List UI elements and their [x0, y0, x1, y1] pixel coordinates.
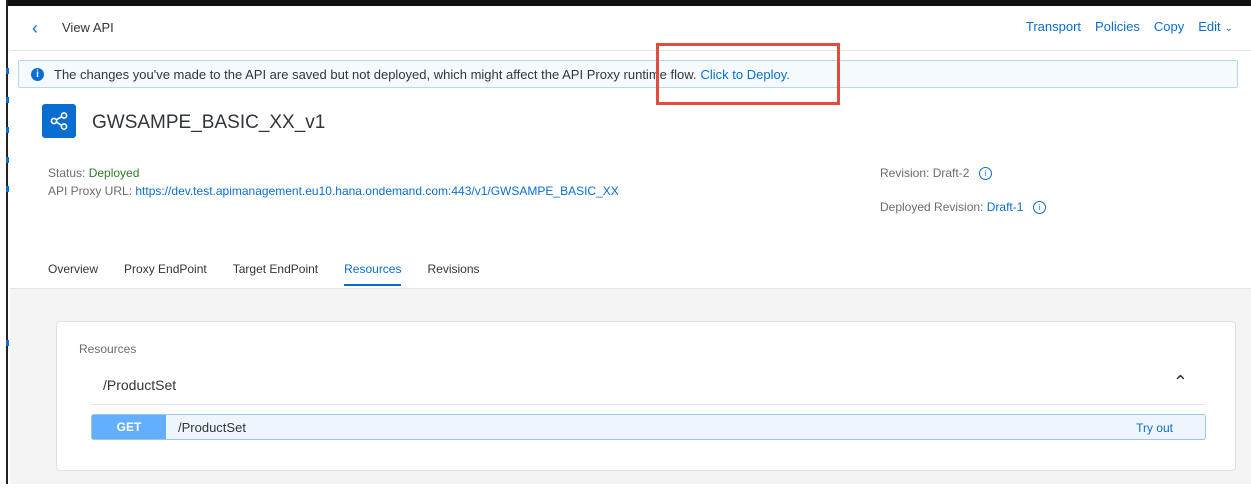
revision-label: Revision: — [880, 166, 930, 180]
page-title: View API — [62, 20, 114, 35]
tab-bar: Overview Proxy EndPoint Target EndPoint … — [48, 262, 506, 286]
info-icon[interactable]: i — [1032, 201, 1046, 215]
resources-title: Resources — [79, 342, 137, 356]
try-out-button[interactable]: Try out — [1136, 421, 1173, 435]
banner-message: The changes you've made to the API are s… — [54, 66, 697, 82]
resource-group-label: /ProductSet — [103, 377, 177, 393]
tab-overview[interactable]: Overview — [48, 262, 98, 286]
proxy-url-link[interactable]: https://dev.test.apimanagement.eu10.hana… — [135, 184, 618, 198]
edge-marker — [6, 340, 9, 346]
policies-button[interactable]: Policies — [1095, 19, 1140, 34]
chevron-left-icon[interactable]: ‹ — [32, 18, 38, 38]
revision-value: Draft-2 — [932, 166, 970, 180]
tab-proxy-endpoint[interactable]: Proxy EndPoint — [124, 262, 207, 286]
share-icon — [42, 104, 76, 138]
edge-marker — [6, 186, 9, 192]
info-icon: i — [31, 67, 44, 81]
edge-marker — [6, 157, 9, 163]
deployed-revision-label: Deployed Revision: — [880, 200, 984, 214]
info-icon[interactable]: i — [978, 167, 992, 181]
operation-path: /ProductSet — [178, 420, 246, 435]
status-row: Status: Deployed — [48, 166, 139, 180]
copy-button[interactable]: Copy — [1154, 19, 1184, 34]
header-actions: Transport Policies Copy Edit ⌄ — [1026, 19, 1233, 34]
proxy-url-row: API Proxy URL: https://dev.test.apimanag… — [48, 184, 619, 198]
page-header: ‹ View API Transport Policies Copy Edit ⌄ — [10, 6, 1251, 51]
chevron-down-icon: ⌄ — [1224, 23, 1233, 34]
status-badge: Deployed — [88, 166, 140, 180]
transport-button[interactable]: Transport — [1026, 19, 1081, 34]
proxy-url-label: API Proxy URL: — [48, 184, 133, 198]
chevron-up-icon[interactable]: ⌃ — [1173, 372, 1188, 393]
edge-marker — [6, 127, 9, 133]
edge-marker — [6, 97, 9, 103]
operation-row[interactable]: GET /ProductSet Try out — [91, 414, 1206, 440]
deployed-revision-link[interactable]: Draft-1 — [987, 200, 1024, 214]
api-name: GWSAMPE_BASIC_XX_v1 — [92, 112, 326, 133]
edit-menu-button[interactable]: Edit ⌄ — [1198, 19, 1233, 34]
tab-target-endpoint[interactable]: Target EndPoint — [233, 262, 318, 286]
resource-group-header[interactable]: /ProductSet ⌃ — [91, 364, 1206, 405]
window-bottom-edge — [0, 484, 1251, 489]
edit-label: Edit — [1198, 19, 1221, 34]
revision-row: Revision: Draft-2 i — [880, 166, 992, 181]
deployed-revision-row: Deployed Revision: Draft-1 i — [880, 200, 1046, 215]
tab-revisions[interactable]: Revisions — [427, 262, 479, 286]
info-banner: i The changes you've made to the API are… — [18, 60, 1238, 88]
resources-panel: Resources /ProductSet ⌃ GET /ProductSet … — [56, 321, 1236, 471]
highlight-annotation-box — [656, 43, 840, 105]
edge-marker — [6, 68, 9, 74]
http-method-badge: GET — [92, 415, 166, 439]
status-label: Status: — [48, 166, 86, 180]
tab-resources[interactable]: Resources — [344, 262, 402, 286]
